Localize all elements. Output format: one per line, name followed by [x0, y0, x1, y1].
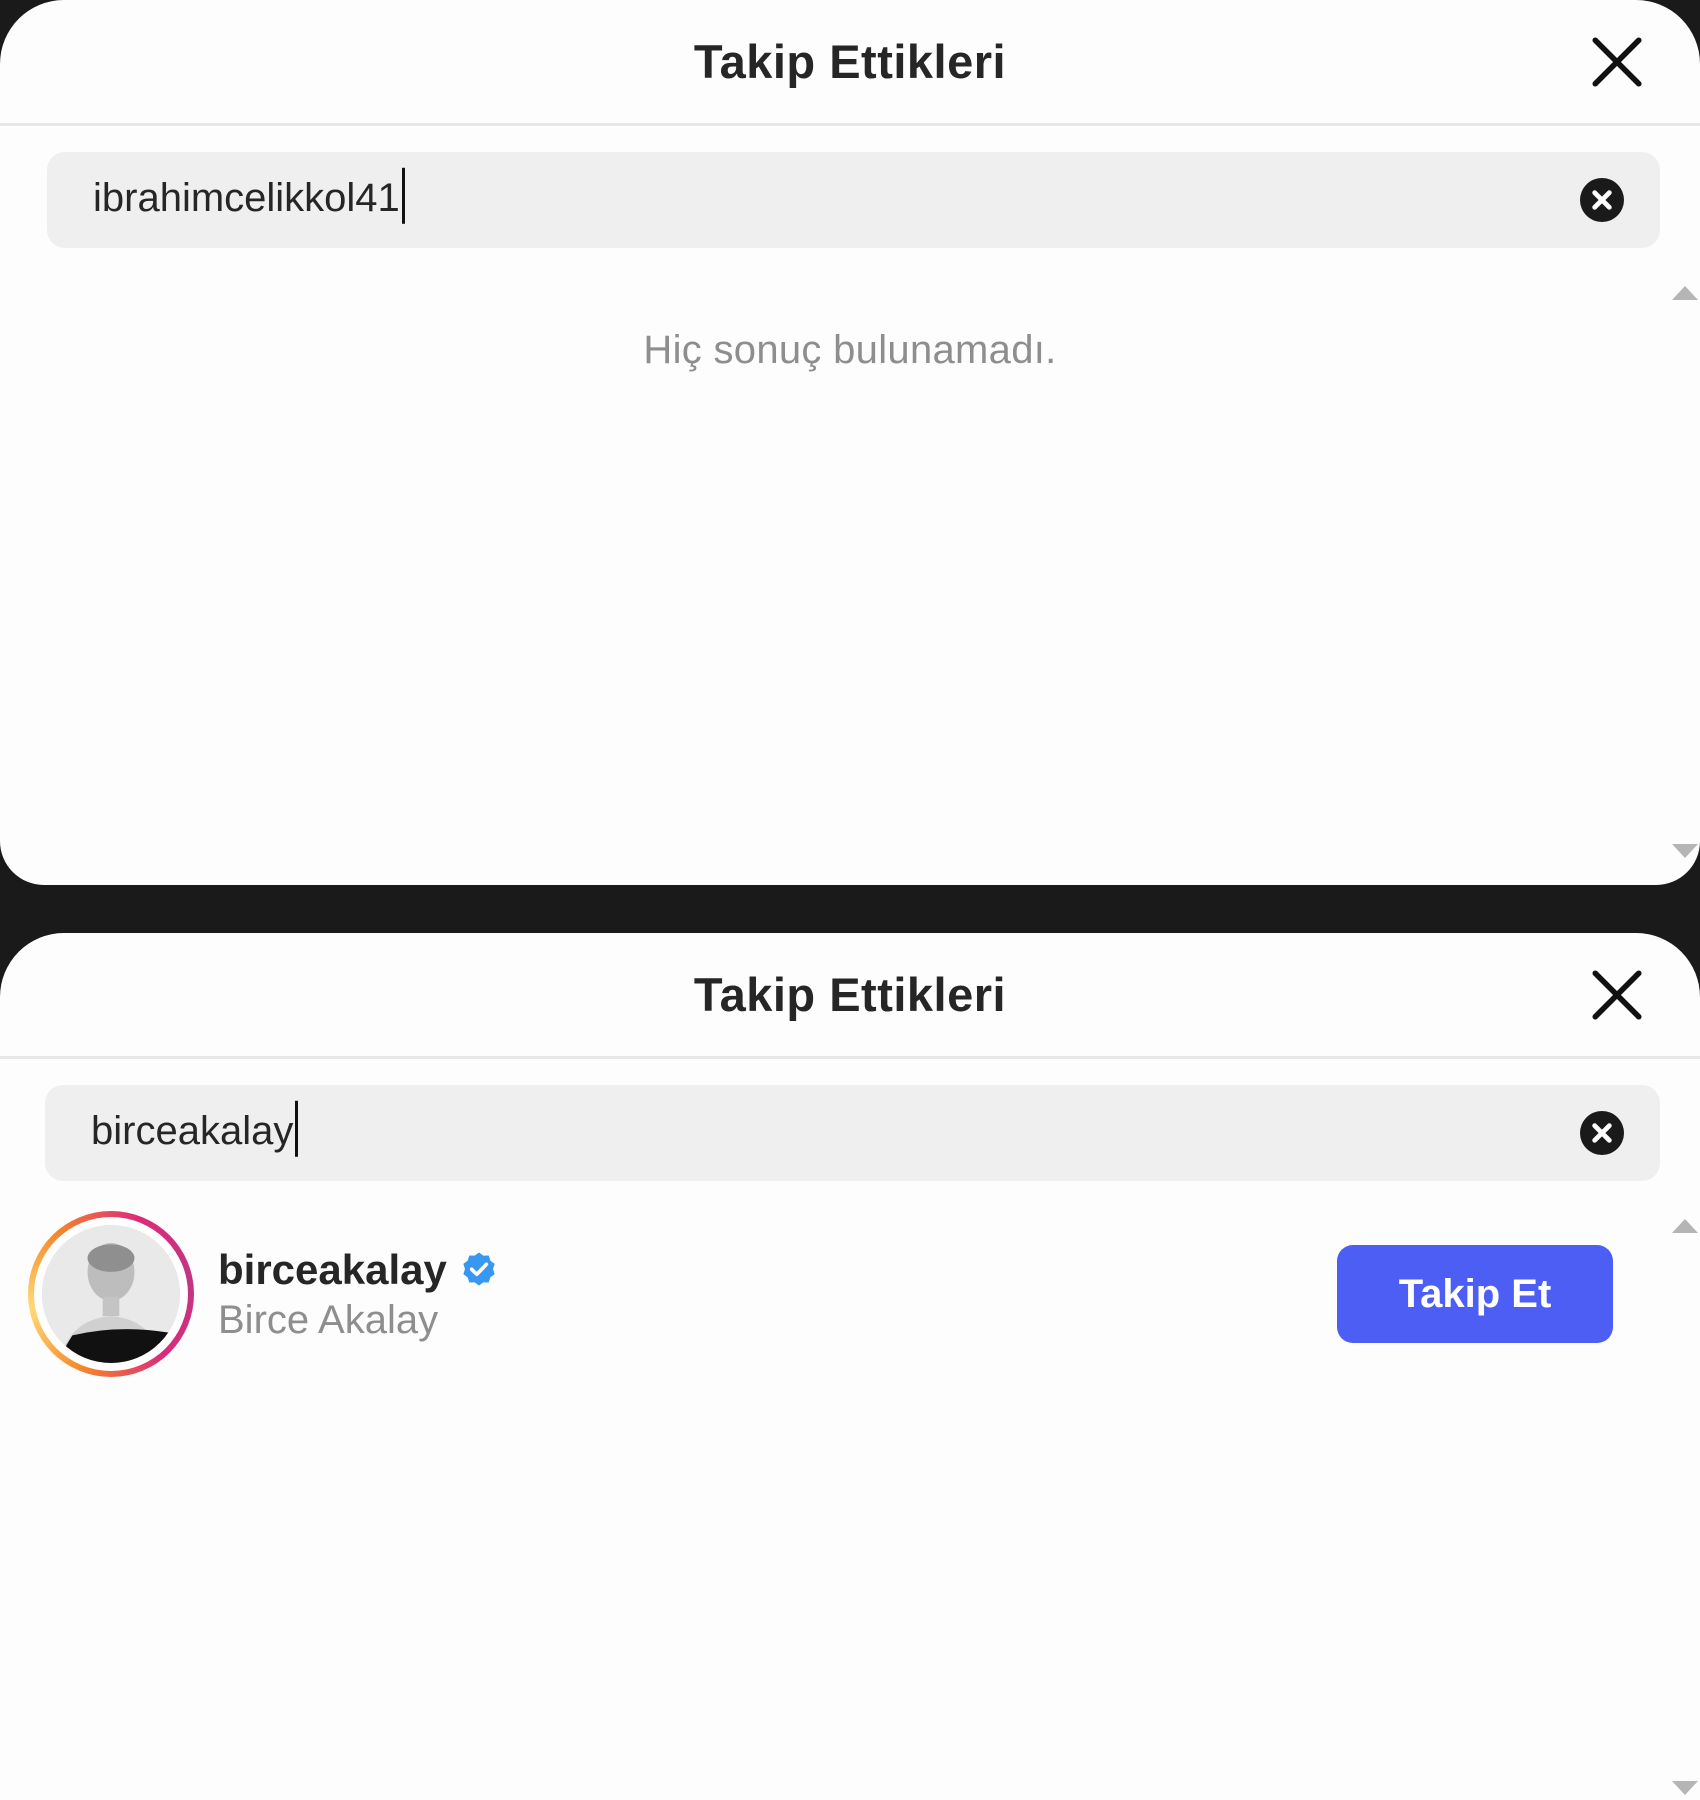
modal-header: Takip Ettikleri [0, 0, 1700, 126]
avatar[interactable] [28, 1211, 194, 1377]
results-list[interactable]: Hiç sonuç bulunamadı. [0, 248, 1700, 868]
full-name: Birce Akalay [218, 1297, 439, 1342]
scroll-down-arrow-icon[interactable] [1672, 1781, 1698, 1795]
verified-badge-icon [459, 1250, 499, 1290]
scroll-up-arrow-icon[interactable] [1672, 286, 1698, 300]
modal-header: Takip Ettikleri [0, 933, 1700, 1059]
following-modal-no-results: Takip Ettikleri ibrahimcelikkol41 Hiç so… [0, 0, 1700, 885]
search-input-value: birceakalay [91, 1108, 294, 1153]
username[interactable]: birceakalay [218, 1246, 447, 1294]
search-input[interactable]: birceakalay [45, 1085, 1660, 1181]
follow-button[interactable]: Takip Et [1337, 1245, 1613, 1343]
search-input-value: ibrahimcelikkol41 [93, 175, 400, 220]
no-results-message: Hiç sonuç bulunamadı. [643, 328, 1057, 372]
results-list[interactable]: birceakalay Birce Akalay Takip Et [0, 1181, 1700, 1800]
search-input[interactable]: ibrahimcelikkol41 [47, 152, 1660, 248]
following-modal-with-results: Takip Ettikleri birceakalay birceakalay … [0, 933, 1700, 1800]
clear-search-icon[interactable] [1580, 1111, 1624, 1155]
modal-title: Takip Ettikleri [693, 968, 1007, 1021]
text-caret [401, 168, 405, 225]
close-icon[interactable] [1588, 966, 1646, 1024]
modal-title: Takip Ettikleri [693, 35, 1007, 88]
clear-search-icon[interactable] [1580, 178, 1624, 222]
scroll-down-arrow-icon[interactable] [1672, 844, 1698, 858]
text-caret [295, 1101, 299, 1158]
user-info: birceakalay Birce Akalay [218, 1246, 499, 1343]
close-icon[interactable] [1588, 33, 1646, 91]
list-item[interactable]: birceakalay Birce Akalay Takip Et [28, 1209, 1700, 1379]
